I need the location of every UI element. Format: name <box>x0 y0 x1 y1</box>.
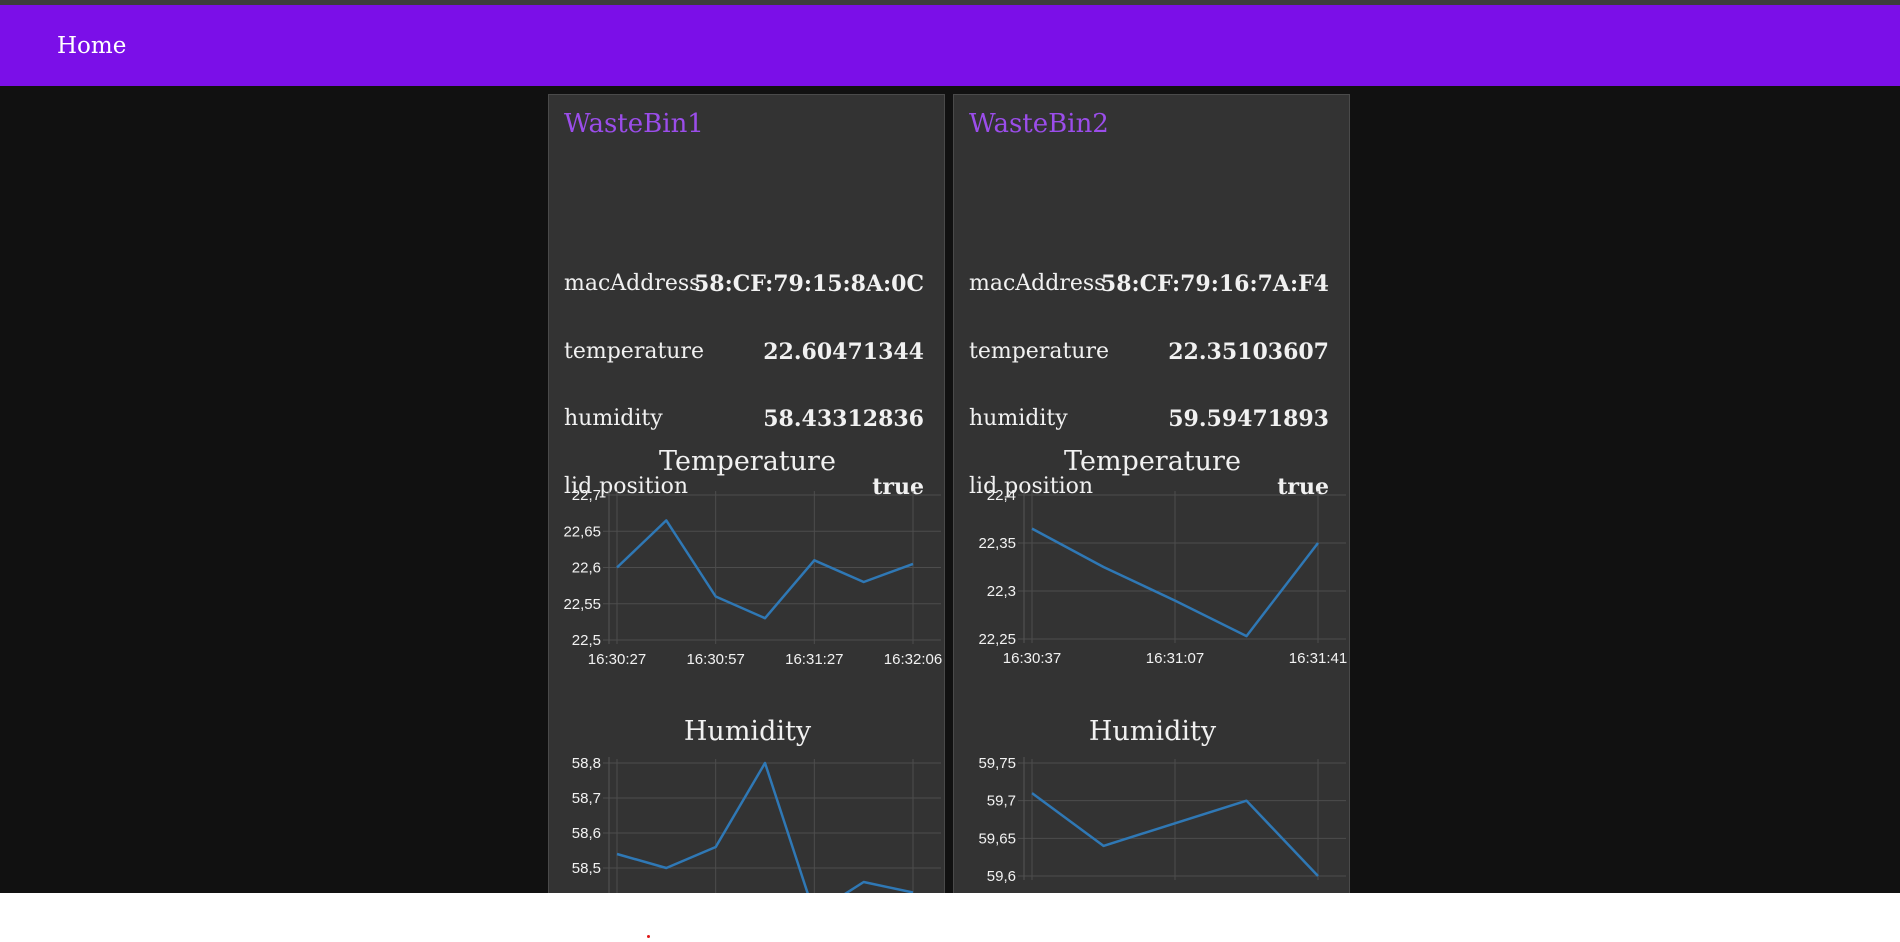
x-tick-label: 16:30:27 <box>588 651 646 665</box>
temperature-chart-title: Temperature <box>1064 446 1241 477</box>
row-value: 58.43312836 <box>763 406 924 432</box>
row-value: 22.60471344 <box>763 339 924 365</box>
x-tick-label: 16:31:07 <box>1146 650 1204 665</box>
row-value: 58:CF:79:15:8A:0C <box>694 271 924 297</box>
red-dot-marker <box>647 935 650 938</box>
app-frame: Home WasteBin1 macAddress 58:CF:79:15:8A… <box>0 0 1900 893</box>
y-tick-label: 59,65 <box>978 830 1016 847</box>
humidity-row: humidity 59.59471893 <box>969 406 1329 436</box>
y-tick-label: 22,6 <box>572 560 601 577</box>
temperature-chart: 22,7 22,65 22,6 22,55 22,5 16:30:27 16:30:57 16… <box>563 487 942 665</box>
row-label: macAddress <box>969 271 1106 296</box>
card-title: WasteBin1 <box>564 109 704 139</box>
temperature-chart-title: Temperature <box>659 446 836 477</box>
wastebin-card: WasteBin2 macAddress 58:CF:79:16:7A:F4 t… <box>953 94 1350 893</box>
y-tick-label: 22,35 <box>978 535 1016 552</box>
y-tick-label: 59,75 <box>978 755 1016 772</box>
y-tick-label: 58,5 <box>572 860 601 877</box>
x-tick-label: 16:31:41 <box>1289 650 1347 665</box>
row-label: humidity <box>969 406 1068 431</box>
humidity-chart-title: Humidity <box>1088 716 1217 747</box>
humidity-row: humidity 58.43312836 <box>564 406 924 436</box>
row-label: macAddress <box>564 271 701 296</box>
mac-address-row: macAddress 58:CF:79:15:8A:0C <box>564 271 924 301</box>
x-tick-label: 16:32:06 <box>884 651 942 665</box>
row-label: humidity <box>564 406 663 431</box>
y-tick-label: 22,25 <box>978 631 1016 648</box>
row-label: temperature <box>564 339 705 364</box>
y-tick-label: 59,7 <box>987 793 1016 810</box>
mac-address-row: macAddress 58:CF:79:16:7A:F4 <box>969 271 1329 301</box>
x-tick-label: 16:30:37 <box>1003 650 1061 665</box>
y-tick-label: 58,6 <box>572 825 601 842</box>
y-tick-label: 22,7 <box>572 487 601 504</box>
y-tick-label: 58,7 <box>572 790 601 807</box>
header-bar: Home <box>0 5 1900 86</box>
y-tick-label: 22,5 <box>572 632 601 649</box>
temperature-chart: 22,4 22,35 22,3 22,25 16:30:37 16:31:07 16:31:… <box>978 487 1347 665</box>
y-tick-label: 22,55 <box>563 596 601 613</box>
series-line <box>616 761 914 893</box>
row-value: 22.35103607 <box>1168 339 1329 365</box>
temperature-row: temperature 22.35103607 <box>969 339 1329 369</box>
y-tick-label: 59,6 <box>987 868 1016 885</box>
temperature-row: temperature 22.60471344 <box>564 339 924 369</box>
y-tick-label: 22,4 <box>987 487 1016 504</box>
humidity-chart-title: Humidity <box>683 716 812 747</box>
wastebin-card: WasteBin1 macAddress 58:CF:79:15:8A:0C t… <box>548 94 945 893</box>
home-link[interactable]: Home <box>57 33 126 59</box>
row-value: 59.59471893 <box>1168 406 1329 432</box>
x-tick-label: 16:30:57 <box>686 651 744 665</box>
row-value: 58:CF:79:16:7A:F4 <box>1100 271 1329 297</box>
humidity-chart: 58,858,758,658,558,4 <box>572 755 941 893</box>
y-tick-label: 22,65 <box>563 523 601 540</box>
humidity-chart: 59,75 59,7 59,65 59,6 <box>978 755 1346 885</box>
card-title: WasteBin2 <box>969 109 1109 139</box>
x-tick-label: 16:31:27 <box>785 651 843 665</box>
row-label: temperature <box>969 339 1110 364</box>
y-tick-label: 58,8 <box>572 755 601 772</box>
y-tick-label: 22,3 <box>987 583 1016 600</box>
